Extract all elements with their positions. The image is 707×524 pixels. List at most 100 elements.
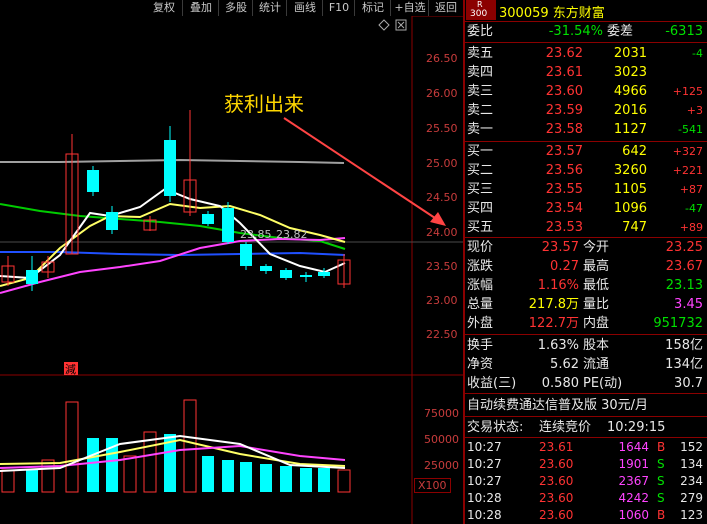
level-price: 23.56 bbox=[545, 163, 583, 178]
level-volume: 1096 bbox=[613, 201, 647, 216]
level-change: +87 bbox=[679, 183, 703, 196]
level-change: +327 bbox=[672, 145, 703, 158]
tick-time: 10:28 bbox=[467, 508, 502, 522]
add-favorite-button[interactable]: +自选 bbox=[390, 0, 429, 16]
draw-line-button[interactable]: 画线 bbox=[286, 0, 323, 16]
tick-price: 23.60 bbox=[539, 491, 574, 505]
tick-time: 10:28 bbox=[467, 491, 502, 505]
ma-magenta-line bbox=[0, 237, 346, 294]
tick-side: S bbox=[657, 491, 665, 505]
annotation-text: 获利出来 bbox=[224, 92, 304, 116]
f10-button[interactable]: F10 bbox=[322, 0, 355, 16]
level-price: 23.57 bbox=[545, 144, 583, 159]
quote-label: 最高 bbox=[583, 259, 610, 274]
tick-side: S bbox=[657, 457, 665, 471]
quote-value: 122.7万 bbox=[528, 316, 579, 331]
volume-tick: 25000 bbox=[424, 459, 459, 472]
tick-volume: 1901 bbox=[618, 457, 649, 471]
tick-volume: 1060 bbox=[618, 508, 649, 522]
tick-time: 10:27 bbox=[467, 457, 502, 471]
level-label: 卖一 bbox=[467, 122, 494, 137]
finance-value: 134亿 bbox=[665, 357, 703, 372]
tick-volume: 4242 bbox=[618, 491, 649, 505]
level-volume: 642 bbox=[622, 144, 647, 159]
level-change: +3 bbox=[686, 104, 703, 117]
tick-side: S bbox=[657, 474, 665, 488]
level-label: 卖二 bbox=[467, 103, 494, 118]
finance-value: 1.63% bbox=[537, 338, 579, 353]
level-change: +221 bbox=[672, 164, 703, 177]
price-tick: 23.50 bbox=[426, 260, 458, 273]
volume-bars bbox=[1, 399, 351, 493]
chart-toolbar: 复权 叠加 多股 统计 画线 F10 标记 +自选 返回 bbox=[0, 0, 463, 16]
level-label: 卖三 bbox=[467, 84, 494, 99]
tick-price: 23.61 bbox=[539, 440, 574, 454]
price-tick: 26.00 bbox=[426, 87, 458, 100]
level-change: -4 bbox=[692, 47, 703, 60]
finance-label: 净资 bbox=[467, 357, 494, 372]
quote-label: 量比 bbox=[583, 297, 610, 312]
market-badge: R 300 bbox=[466, 0, 496, 20]
quote-label: 涨幅 bbox=[467, 278, 494, 293]
statistics-button[interactable]: 统计 bbox=[252, 0, 287, 16]
level-label: 卖五 bbox=[467, 46, 494, 61]
level-label: 买三 bbox=[467, 182, 494, 197]
tick-price: 23.60 bbox=[539, 508, 574, 522]
level-price: 23.62 bbox=[545, 46, 583, 61]
tick-count: 123 bbox=[680, 508, 703, 522]
level-volume: 1127 bbox=[613, 122, 647, 137]
quote-value: 951732 bbox=[653, 316, 703, 331]
price-tick: 25.50 bbox=[426, 122, 458, 135]
tick-count: 134 bbox=[680, 457, 703, 471]
quote-value: 217.8万 bbox=[528, 297, 579, 312]
quote-value: 1.16% bbox=[537, 278, 579, 293]
tick-count: 279 bbox=[680, 491, 703, 505]
level-volume: 2016 bbox=[613, 103, 647, 118]
level-price: 23.55 bbox=[545, 182, 583, 197]
quote-value: 3.45 bbox=[674, 297, 703, 312]
multi-stock-button[interactable]: 多股 bbox=[218, 0, 253, 16]
level-change: +125 bbox=[672, 85, 703, 98]
candles bbox=[1, 110, 351, 291]
tick-side: B bbox=[657, 440, 666, 454]
overlay-button[interactable]: 叠加 bbox=[182, 0, 219, 16]
quote-label: 最低 bbox=[583, 278, 610, 293]
tick-count: 234 bbox=[680, 474, 703, 488]
tick-time: 10:27 bbox=[467, 474, 502, 488]
price-tag: 23.85 bbox=[240, 228, 272, 241]
tick-price: 23.60 bbox=[539, 457, 574, 471]
annotation-arrow bbox=[283, 117, 439, 221]
level-volume: 4966 bbox=[613, 84, 647, 99]
finance-value: 158亿 bbox=[665, 338, 703, 353]
tick-price: 23.60 bbox=[539, 474, 574, 488]
finance-label: PE(动) bbox=[583, 376, 623, 391]
level-label: 买五 bbox=[467, 220, 494, 235]
quote-value: 23.13 bbox=[665, 278, 703, 293]
volume-unit: X100 bbox=[414, 478, 451, 493]
level-label: 买二 bbox=[467, 163, 494, 178]
level-label: 卖四 bbox=[467, 65, 494, 80]
back-button[interactable]: 返回 bbox=[428, 0, 463, 16]
level-volume: 1105 bbox=[613, 182, 647, 197]
stock-title: 300059 东方财富 bbox=[499, 6, 605, 21]
level-label: 买四 bbox=[467, 201, 494, 216]
quote-label: 外盘 bbox=[467, 316, 494, 331]
quote-label: 现价 bbox=[467, 240, 494, 255]
level-price: 23.61 bbox=[545, 65, 583, 80]
ma-blue-line bbox=[0, 251, 346, 257]
price-tick: 25.00 bbox=[426, 157, 458, 170]
price-tick: 24.00 bbox=[426, 226, 458, 239]
level-price: 23.54 bbox=[545, 201, 583, 216]
tick-time: 10:27 bbox=[467, 440, 502, 454]
finance-label: 股本 bbox=[583, 338, 610, 353]
price-tick: 26.50 bbox=[426, 52, 458, 65]
restore-rights-button[interactable]: 复权 bbox=[146, 0, 182, 16]
level-price: 23.53 bbox=[545, 220, 583, 235]
quote-label: 内盘 bbox=[583, 316, 610, 331]
level-change: -47 bbox=[685, 202, 703, 215]
quote-panel: R 300 300059 东方财富 委比 -31.54% 委差 -6313 卖五… bbox=[463, 0, 707, 524]
quote-value: 0.27 bbox=[550, 259, 579, 274]
mark-button[interactable]: 标记 bbox=[354, 0, 391, 16]
level-change: -541 bbox=[678, 123, 703, 136]
tick-count: 152 bbox=[680, 440, 703, 454]
